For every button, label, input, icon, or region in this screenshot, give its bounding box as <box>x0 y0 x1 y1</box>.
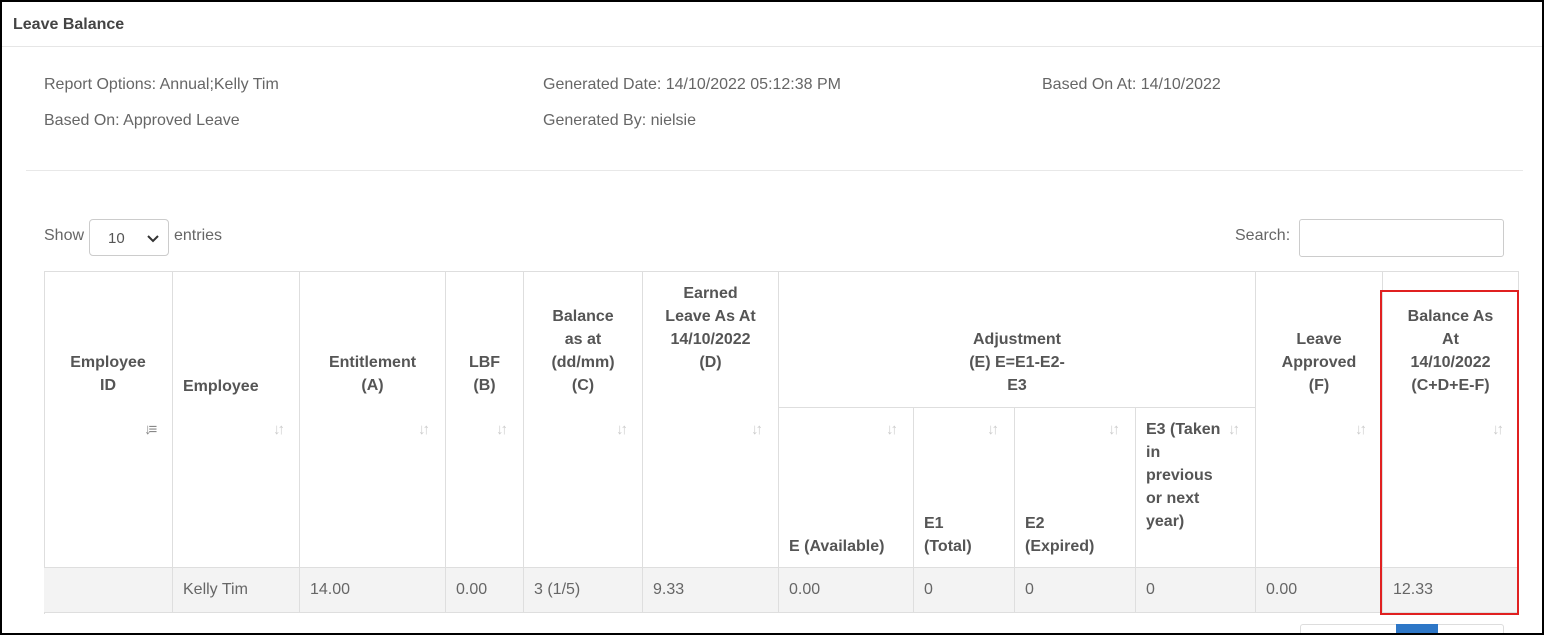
search-input[interactable] <box>1299 219 1504 257</box>
cell-balance-as-at: 3 (1/5) <box>524 568 643 613</box>
cell-e3-taken: 0 <box>1136 568 1256 613</box>
leave-balance-table: Employee ID ↓≡ Employee ↓↑ Entitlement (… <box>44 271 1519 614</box>
header-e1-total-label: E1 (Total) <box>924 515 972 555</box>
header-balance-as-at-label: Balance as at (dd/mm) (C) <box>551 308 615 394</box>
header-balance-as-at-date-label: Balance As At 14/10/2022 (C+D+E-F) <box>1407 308 1494 394</box>
cell-balance-as-at-date: 12.33 <box>1383 568 1519 613</box>
divider <box>26 170 1523 171</box>
header-e3-taken-label: E3 (Taken in previous or next year) <box>1146 421 1221 530</box>
cell-earned-leave: 9.33 <box>643 568 779 613</box>
header-e3-taken[interactable]: E3 (Taken in previous or next year) ↓↑ <box>1136 408 1256 568</box>
header-e1-total[interactable]: E1 (Total) ↓↑ <box>914 408 1015 568</box>
entries-value: 10 <box>108 230 125 247</box>
report-options-text: Report Options: Annual;Kelly Tim <box>44 76 279 93</box>
sort-ascending-icon: ↓≡ <box>144 421 157 438</box>
cell-leave-approved: 0.00 <box>1256 568 1383 613</box>
cell-entitlement: 14.00 <box>300 568 446 613</box>
entries-label: entries <box>174 227 223 244</box>
chevron-down-icon <box>147 235 159 243</box>
cell-e-available: 0.00 <box>779 568 914 613</box>
sort-arrows-icon: ↓↑ <box>273 421 285 438</box>
search-label: Search: <box>1235 227 1291 244</box>
sort-arrows-icon: ↓↑ <box>1492 421 1504 438</box>
header-lbf[interactable]: LBF (B) ↓↑ <box>446 271 524 568</box>
header-entitlement-label: Entitlement (A) <box>328 354 417 394</box>
header-adjustment-group: Adjustment (E) E=E1-E2-E3 <box>779 271 1256 408</box>
header-lbf-label: LBF (B) <box>468 354 501 394</box>
cell-lbf: 0.00 <box>446 568 524 613</box>
header-e-available-label: E (Available) <box>789 538 885 555</box>
header-earned-leave-label: Earned Leave As At 14/10/2022 (D) <box>665 285 756 371</box>
header-e2-expired[interactable]: E2 (Expired) ↓↑ <box>1015 408 1136 568</box>
cell-employee: Kelly Tim <box>173 568 300 613</box>
based-on-text: Based On: Approved Leave <box>44 112 240 129</box>
header-employee[interactable]: Employee ↓↑ <box>173 271 300 568</box>
header-earned-leave[interactable]: Earned Leave As At 14/10/2022 (D) ↓↑ <box>643 271 779 568</box>
header-leave-approved-label: Leave Approved (F) <box>1281 331 1357 394</box>
sort-arrows-icon: ↓↑ <box>886 421 898 438</box>
pagination-active-page[interactable] <box>1396 624 1438 633</box>
header-employee-label: Employee <box>183 378 259 395</box>
panel-title: Leave Balance <box>2 2 1542 47</box>
sort-arrows-icon: ↓↑ <box>1355 421 1367 438</box>
entries-select[interactable]: 10 <box>89 219 169 256</box>
generated-date-text: Generated Date: 14/10/2022 05:12:38 PM <box>543 76 841 93</box>
header-adjustment-label: Adjustment (E) E=E1-E2-E3 <box>969 331 1065 394</box>
header-entitlement[interactable]: Entitlement (A) ↓↑ <box>300 271 446 568</box>
generated-by-text: Generated By: nielsie <box>543 112 696 129</box>
cell-e1-total: 0 <box>914 568 1015 613</box>
header-employee-id[interactable]: Employee ID ↓≡ <box>44 271 173 568</box>
sort-arrows-icon: ↓↑ <box>418 421 430 438</box>
sort-arrows-icon: ↓↑ <box>1228 421 1240 438</box>
header-e2-expired-label: E2 (Expired) <box>1025 515 1095 555</box>
based-on-at-text: Based On At: 14/10/2022 <box>1042 76 1221 93</box>
header-e-available[interactable]: E (Available) ↓↑ <box>779 408 914 568</box>
sort-arrows-icon: ↓↑ <box>1108 421 1120 438</box>
header-balance-as-at[interactable]: Balance as at (dd/mm) (C) ↓↑ <box>524 271 643 568</box>
header-balance-as-at-date[interactable]: Balance As At 14/10/2022 (C+D+E-F) ↓↑ <box>1383 271 1519 568</box>
cell-employee-id <box>44 568 173 613</box>
sort-arrows-icon: ↓↑ <box>987 421 999 438</box>
sort-arrows-icon: ↓↑ <box>496 421 508 438</box>
sort-arrows-icon: ↓↑ <box>751 421 763 438</box>
header-employee-id-label: Employee ID <box>70 354 146 394</box>
cell-e2-expired: 0 <box>1015 568 1136 613</box>
leave-balance-panel: Leave Balance Report Options: Annual;Kel… <box>0 0 1544 635</box>
header-leave-approved[interactable]: Leave Approved (F) ↓↑ <box>1256 271 1383 568</box>
show-label: Show <box>44 227 85 244</box>
sort-arrows-icon: ↓↑ <box>616 421 628 438</box>
